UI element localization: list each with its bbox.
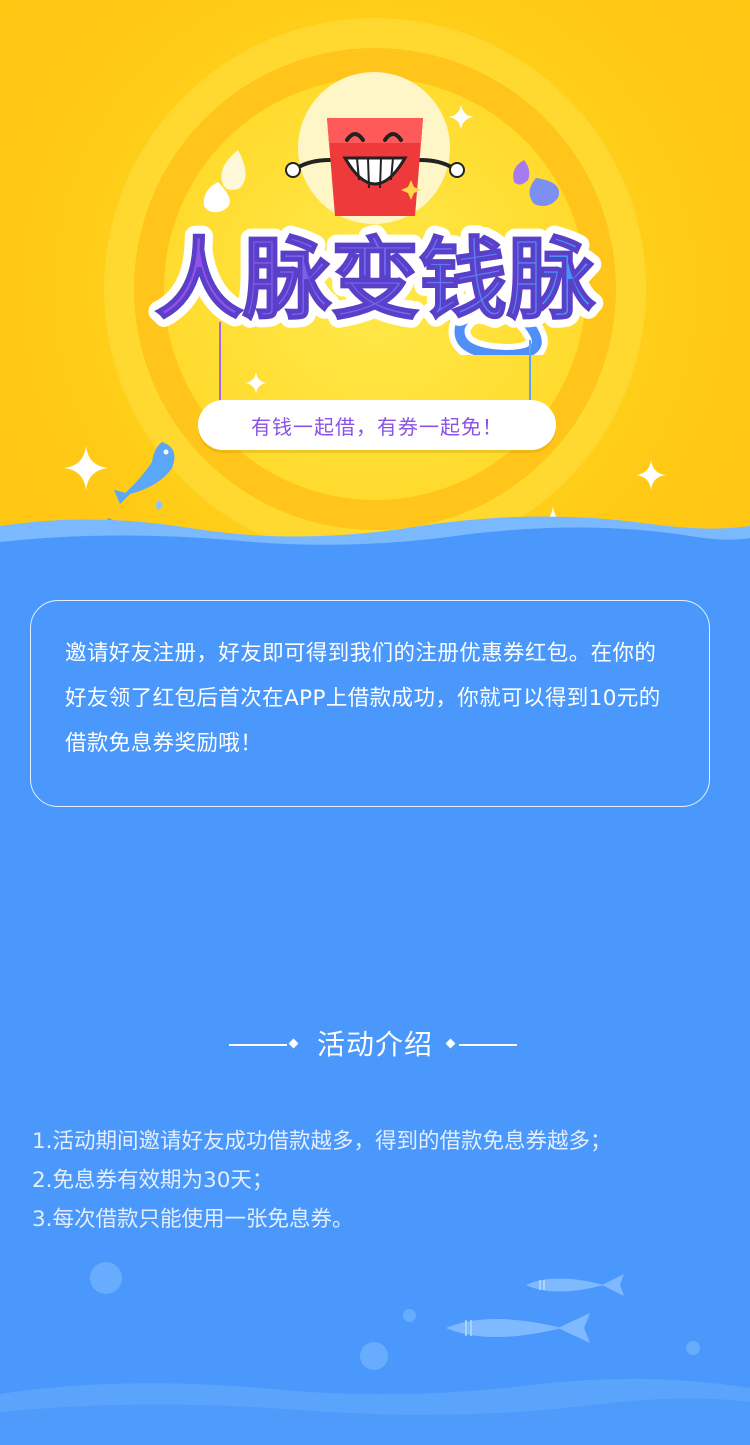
activity-heading: 活动介绍 (316, 1028, 433, 1061)
slogan-hanger-left (219, 322, 221, 412)
swimming-fish-icon (446, 1313, 590, 1343)
water-drop-icon (513, 160, 560, 206)
hero-banner: 人脉变钱脉 人脉变钱脉 有钱一起借，有券一起免！ (0, 0, 750, 560)
swimming-fish-icon (526, 1274, 624, 1296)
bubble-icon (403, 1309, 416, 1322)
rule-item: 3.每次借款只能使用一张免息券。 (32, 1207, 354, 1232)
intro-text: 邀请好友注册，好友即可得到我们的注册优惠券红包。在你的好友领了红包后首次在APP… (65, 641, 661, 756)
bottom-wave (0, 1378, 750, 1445)
water-drop-icon (203, 150, 246, 213)
sparkle-icon (636, 460, 666, 490)
rule-item: 2.免息券有效期为30天； (32, 1168, 274, 1193)
activity-section-header: 活动介绍 (0, 1025, 750, 1065)
sparkle-icon (448, 104, 474, 130)
slogan-text: 有钱一起借，有券一起免！ (251, 414, 503, 439)
intro-card: 邀请好友注册，好友即可得到我们的注册优惠券红包。在你的好友领了红包后首次在APP… (30, 600, 710, 807)
sparkle-icon (245, 372, 267, 394)
hero-wave (0, 516, 750, 560)
hero-title: 人脉变钱脉 人脉变钱脉 (0, 205, 750, 355)
bubble-icon (90, 1262, 122, 1294)
hero-title-fill: 人脉变钱脉 (155, 228, 596, 331)
rule-item: 1.活动期间邀请好友成功借款越多，得到的借款免息券越多； (32, 1129, 612, 1154)
bubble-icon (360, 1342, 388, 1370)
header-divider-right (459, 1044, 517, 1046)
activity-rules-list: 1.活动期间邀请好友成功借款越多，得到的借款免息券越多； 2.免息券有效期为30… (32, 1122, 722, 1239)
page: 人脉变钱脉 人脉变钱脉 有钱一起借，有券一起免！ 邀请好友注册，好友即可得到我们… (0, 0, 750, 1445)
slogan-pill: 有钱一起借，有券一起免！ (198, 400, 556, 450)
bubble-icon (686, 1341, 700, 1355)
